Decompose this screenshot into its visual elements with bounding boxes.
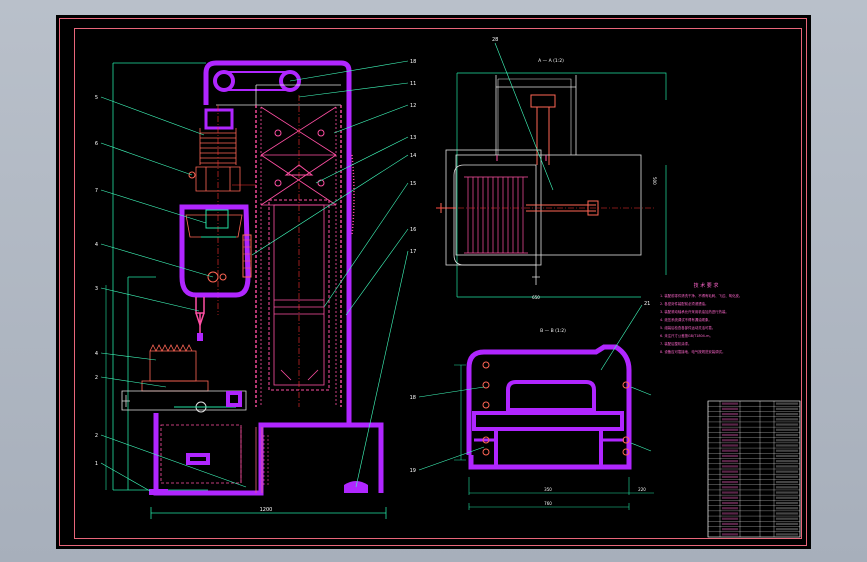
tech-note-2: 3. 装配滚动轴承允许采用机油加热进行热装。 [660, 309, 729, 314]
technical-notes: 技 术 要 求 1. 装配前零件清洗干净，不得有毛刺、飞边、氧化皮。 2. 各密… [660, 282, 742, 354]
tech-note-4: 5. 组装后检查各部件运动灵活可靠。 [660, 325, 715, 330]
parts-list-entry [722, 418, 738, 421]
parts-list-entry [776, 402, 798, 405]
callout-top-1: 11 [410, 81, 416, 87]
side-section-view: A — A (1:2) 500 650 28 [436, 37, 667, 300]
parts-list-entry [722, 428, 738, 431]
parts-list-entry [776, 439, 798, 442]
dim-left-base: 1200 [260, 507, 273, 513]
callout-left-1: 6 [95, 141, 98, 147]
parts-list-entry [722, 480, 738, 484]
parts-list-entry [722, 407, 738, 410]
parts-list-entry [722, 528, 738, 531]
parts-list-entry [722, 412, 738, 416]
parts-list-entry [722, 423, 738, 426]
parts-list-entry [722, 517, 738, 520]
callout-top-3: 13 [410, 135, 416, 141]
dim-plan-inner: 350 [544, 487, 552, 492]
parts-list-entry [776, 407, 798, 410]
parts-list-entry [722, 402, 738, 405]
parts-list-entry [722, 501, 738, 505]
callout-plan: 21 [644, 301, 650, 307]
parts-list-entry [776, 444, 798, 447]
parts-list-entry [776, 470, 798, 473]
parts-list-entry [776, 507, 798, 510]
tech-note-1: 2. 各密封件装配前必须浸透油。 [660, 301, 708, 306]
callout-top-4: 14 [410, 153, 416, 159]
parts-list-entry [776, 423, 798, 426]
parts-list-entry [776, 449, 798, 452]
callout-left-6: 2 [95, 375, 98, 381]
title-block [707, 400, 801, 538]
callout-bottom-0: 18 [410, 395, 416, 401]
parts-list-entry [776, 433, 798, 437]
callout-left-2: 7 [95, 188, 98, 194]
parts-list-entry [776, 512, 798, 515]
callout-top-5: 15 [410, 181, 416, 187]
callout-top-6: 16 [410, 227, 416, 233]
tech-note-3: 4. 液压系统调试不得有漏油现象。 [660, 317, 712, 322]
dim-side-width: 650 [532, 295, 540, 300]
parts-list-entry [776, 454, 798, 458]
callout-left-3: 4 [95, 242, 98, 248]
callout-left-0: 5 [95, 95, 98, 101]
outer-frame [59, 18, 807, 546]
parts-list-entry [776, 465, 798, 468]
parts-list-entry [776, 491, 798, 494]
parts-list-entry [722, 507, 738, 510]
parts-list-entry [776, 517, 798, 520]
parts-list-entry [722, 439, 738, 442]
tech-note-5: 6. 未注尺寸公差按GB/T1804-m。 [660, 333, 713, 338]
parts-list-entry [722, 470, 738, 473]
parts-list-entry [722, 522, 738, 526]
parts-list-entry [776, 501, 798, 505]
parts-list-entry [722, 454, 738, 458]
callout-top-7: 17 [410, 249, 416, 255]
dim-plan-right: 220 [638, 487, 646, 492]
parts-list-entry [776, 528, 798, 531]
tech-note-7: 8. 设备应可靠接地，电气按规范安装调试。 [660, 349, 725, 354]
parts-list-entry [722, 465, 738, 468]
callout-side: 28 [492, 37, 498, 43]
parts-list-entry [722, 460, 738, 463]
parts-list-entry [722, 444, 738, 447]
parts-list-entry [722, 512, 738, 515]
tech-note-6: 7. 装配后整机涂漆。 [660, 341, 691, 346]
parts-list-entry [776, 428, 798, 431]
plan-view: B — B (1:2) 350 760 220 21 18 19 [410, 301, 654, 510]
callout-left-4: 3 [95, 286, 98, 292]
tech-note-0: 1. 装配前零件清洗干净，不得有毛刺、飞边、氧化皮。 [660, 293, 742, 298]
parts-list-entry [776, 412, 798, 416]
parts-list-entry [722, 449, 738, 452]
drawing-viewport[interactable]: 1200 5 6 7 4 3 4 2 2 1 18 11 12 13 14 15… [56, 15, 811, 549]
parts-list-entry [776, 418, 798, 421]
callout-top-0: 18 [410, 59, 416, 65]
callout-left-5: 4 [95, 351, 98, 357]
parts-list-entry [722, 496, 738, 499]
front-view: 1200 5 6 7 4 3 4 2 2 1 18 11 12 13 14 15… [95, 59, 416, 519]
parts-list-entry [722, 533, 738, 536]
parts-list-entry [776, 522, 798, 526]
parts-list-entry [776, 460, 798, 463]
parts-list-entry [776, 475, 798, 478]
dim-plan-total: 760 [544, 501, 552, 506]
parts-list-entry [722, 486, 738, 489]
parts-list-entry [776, 533, 798, 536]
callout-bottom-1: 19 [410, 468, 416, 474]
dim-side-height: 500 [652, 177, 657, 185]
label-side-view: A — A (1:2) [538, 58, 564, 64]
parts-list-entry [722, 475, 738, 478]
cad-drawing[interactable]: 1200 5 6 7 4 3 4 2 2 1 18 11 12 13 14 15… [56, 15, 811, 549]
parts-list-entry [776, 480, 798, 484]
callout-left-8: 1 [95, 461, 98, 467]
parts-list-entry [722, 491, 738, 494]
label-plan-view: B — B (1:2) [540, 328, 566, 334]
tech-notes-title: 技 术 要 求 [694, 282, 719, 289]
parts-list-entry [776, 496, 798, 499]
parts-list-entry [722, 433, 738, 437]
callout-top-2: 12 [410, 103, 416, 109]
callout-left-7: 2 [95, 433, 98, 439]
parts-list-entry [776, 486, 798, 489]
